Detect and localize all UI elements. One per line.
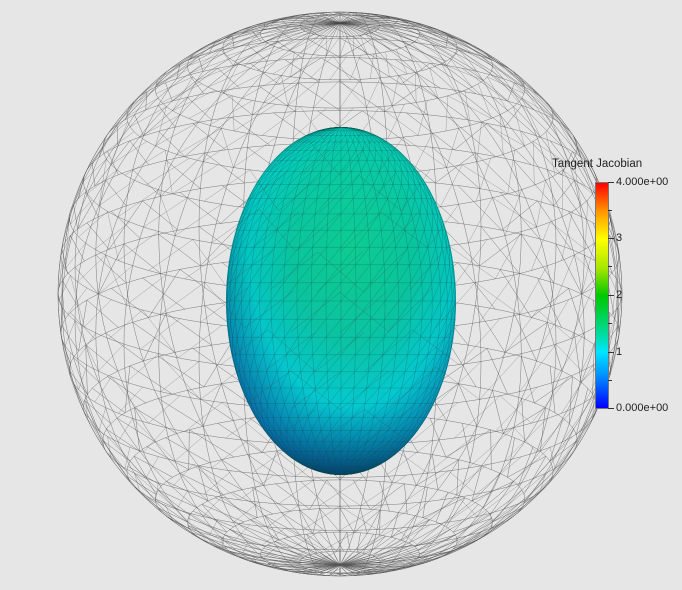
colorbar-tick: [608, 238, 614, 239]
colorbar-title: Tangent Jacobian: [552, 158, 643, 170]
colorbar-gradient: [595, 182, 609, 409]
ellipsoid-surface: [226, 127, 456, 475]
colorbar-minor-tick: [608, 266, 612, 267]
colorbar-tick: [608, 408, 614, 409]
colorbar-label-min: 0.000e+00: [616, 402, 669, 414]
render-viewport[interactable]: Tangent Jacobian 4.000e+00 3 2 1 0.000e+…: [0, 0, 682, 590]
colorbar-label-3: 3: [616, 232, 623, 244]
colorbar-label-1: 1: [616, 346, 623, 358]
colorbar-minor-tick: [608, 210, 612, 211]
colorbar-tick: [608, 352, 614, 353]
3d-scene[interactable]: [0, 0, 682, 590]
colorbar-minor-tick: [608, 323, 612, 324]
colorbar-tick: [608, 182, 614, 183]
colorbar-minor-tick: [608, 380, 612, 381]
colorbar-label-max: 4.000e+00: [616, 176, 669, 188]
colorbar-label-2: 2: [616, 289, 623, 301]
colorbar-tick: [608, 295, 614, 296]
